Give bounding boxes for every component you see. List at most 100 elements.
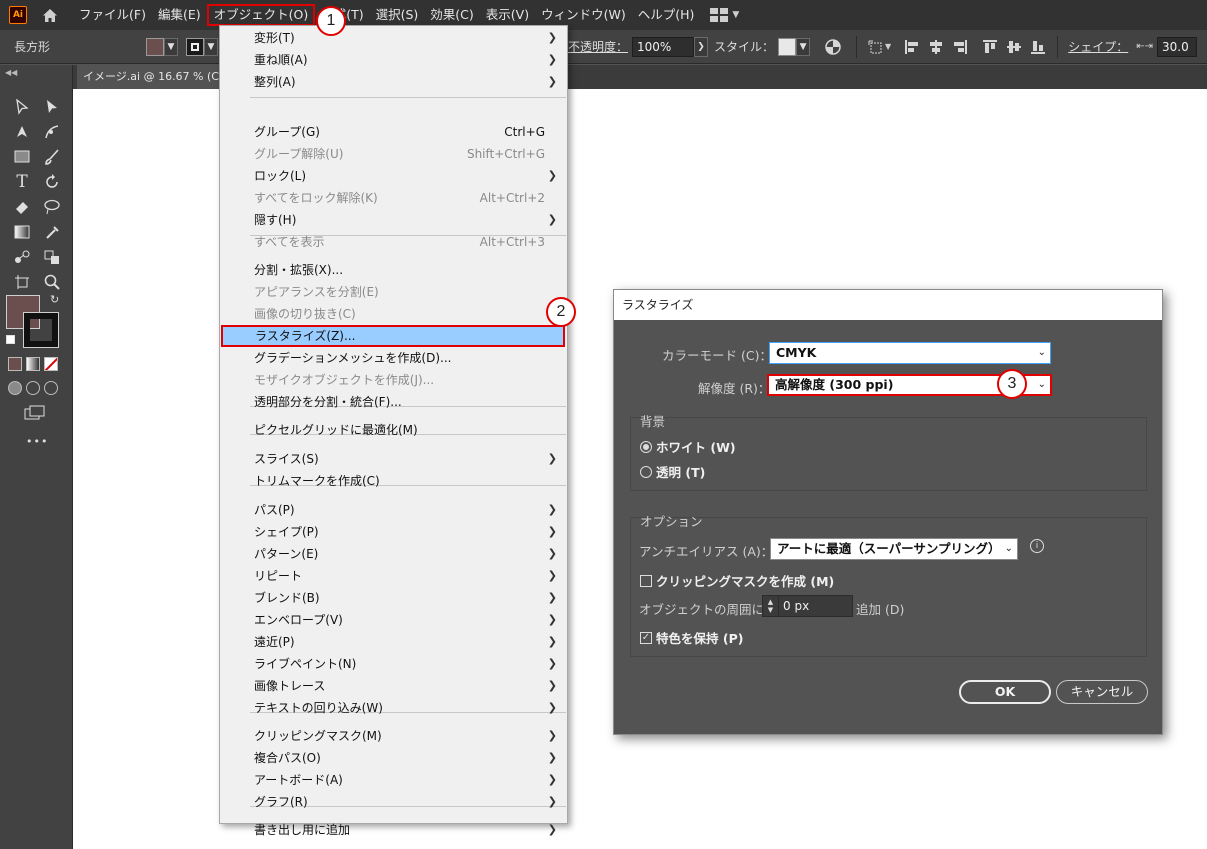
document-tab[interactable]: イメージ.ai @ 16.67 % (CMYK/プレビュー): [77, 65, 237, 89]
shape-width-input[interactable]: 30.0: [1156, 36, 1197, 57]
curvature-tool-icon[interactable]: [37, 120, 67, 144]
clipping-mask-checkbox[interactable]: クリッピングマスクを作成 (M): [640, 571, 834, 590]
align-right-icon[interactable]: [951, 38, 969, 56]
spinner-icon[interactable]: ▲ ▼: [763, 596, 779, 616]
stroke-dropdown-icon[interactable]: ▼: [204, 37, 219, 56]
menu-item[interactable]: ライブペイント(N) ❯: [220, 653, 567, 675]
menu-item[interactable]: グループ解除(U) Shift+Ctrl+G: [220, 143, 567, 165]
opacity-input[interactable]: 100%: [632, 36, 695, 57]
home-icon[interactable]: [39, 4, 61, 26]
type-tool-icon[interactable]: T: [7, 170, 37, 194]
align-hcenter-icon[interactable]: [927, 38, 945, 56]
menu-item[interactable]: 隠す(H) ❯: [220, 209, 567, 231]
collapse-icon[interactable]: ◀◀: [0, 65, 72, 89]
menu-item[interactable]: 重ね順(A) ❯: [220, 49, 567, 71]
artboard-tool-icon[interactable]: [7, 270, 37, 294]
menu-item[interactable]: 分割・拡張(X)...: [220, 259, 567, 281]
align-to-icon[interactable]: [867, 38, 885, 56]
ok-button[interactable]: OK: [959, 680, 1051, 704]
info-icon[interactable]: i: [1030, 539, 1044, 553]
stroke-swatch[interactable]: [186, 37, 205, 56]
chevron-down-icon[interactable]: ▼: [885, 42, 891, 51]
recolor-icon[interactable]: [824, 38, 842, 56]
menu-item[interactable]: 複合パス(O) ❯: [220, 747, 567, 769]
menu-view[interactable]: 表示(V): [480, 4, 535, 26]
default-colors-icon[interactable]: [6, 335, 15, 344]
menu-item[interactable]: ブレンド(B) ❯: [220, 587, 567, 609]
menu-item[interactable]: アピアランスを分割(E): [220, 281, 567, 303]
menu-file[interactable]: ファイル(F): [73, 4, 152, 26]
blend-tool-icon[interactable]: [7, 245, 37, 269]
style-dropdown-icon[interactable]: ▼: [796, 37, 811, 56]
menu-object[interactable]: オブジェクト(O): [206, 4, 316, 26]
align-top-icon[interactable]: [981, 38, 999, 56]
cancel-button[interactable]: キャンセル: [1056, 680, 1148, 704]
opacity-label[interactable]: 不透明度：: [568, 38, 628, 55]
menu-item[interactable]: アートボード(A) ❯: [220, 769, 567, 791]
menu-item[interactable]: 変形(T) ❯: [220, 27, 567, 49]
zoom-tool-icon[interactable]: [37, 270, 67, 294]
bg-white-radio[interactable]: ホワイト (W): [640, 437, 736, 456]
opacity-arrow-icon[interactable]: ❯: [694, 36, 709, 57]
draw-normal-icon[interactable]: [8, 381, 22, 395]
menu-item[interactable]: パス(P) ❯: [220, 499, 567, 521]
color-mode-icon[interactable]: [8, 357, 22, 371]
menu-item[interactable]: リピート ❯: [220, 565, 567, 587]
menu-item[interactable]: すべてをロック解除(K) Alt+Ctrl+2: [220, 187, 567, 209]
align-left-icon[interactable]: [903, 38, 921, 56]
fill-dropdown-icon[interactable]: ▼: [164, 37, 179, 56]
menu-item[interactable]: グラデーションメッシュを作成(D)...: [220, 347, 567, 369]
fill-stroke-widget[interactable]: ↻: [6, 293, 62, 351]
lasso-tool-icon[interactable]: [37, 195, 67, 219]
menu-item[interactable]: ピクセルグリッドに最適化(M): [220, 419, 567, 441]
antialias-select[interactable]: アートに最適（スーパーサンプリング） ⌄: [770, 538, 1018, 560]
rectangle-tool-icon[interactable]: [7, 145, 37, 169]
screen-mode-icon[interactable]: [24, 405, 46, 424]
pen-tool-icon[interactable]: [7, 120, 37, 144]
menu-item[interactable]: グラフ(R) ❯: [220, 791, 567, 813]
menu-item[interactable]: 画像の切り抜き(C): [220, 303, 567, 325]
selection-tool-icon[interactable]: [7, 95, 37, 119]
symbol-sprayer-icon[interactable]: [37, 245, 67, 269]
shape-label[interactable]: シェイプ：: [1068, 38, 1128, 55]
menu-item[interactable]: 書き出し用に追加 ❯: [220, 819, 567, 841]
menu-item[interactable]: ラスタライズ(Z)...: [221, 325, 565, 347]
menu-item[interactable]: グループ(G) Ctrl+G: [220, 121, 567, 143]
menu-item[interactable]: テキストの回り込み(W) ❯: [220, 697, 567, 719]
menu-item[interactable]: すべてを表示 Alt+Ctrl+3: [220, 231, 567, 253]
menu-help[interactable]: ヘルプ(H): [632, 4, 701, 26]
menu-select[interactable]: 選択(S): [370, 4, 425, 26]
menu-item[interactable]: スライス(S) ❯: [220, 448, 567, 470]
more-tools-icon[interactable]: •••: [26, 435, 48, 448]
stroke-color[interactable]: [23, 312, 59, 348]
direct-selection-tool-icon[interactable]: [37, 95, 67, 119]
menu-item[interactable]: クリッピングマスク(M) ❯: [220, 725, 567, 747]
swap-icon[interactable]: ↻: [50, 293, 59, 306]
menu-item[interactable]: トリムマークを作成(C): [220, 470, 567, 492]
menu-item[interactable]: ロック(L) ❯: [220, 165, 567, 187]
bg-transparent-radio[interactable]: 透明 (T): [640, 462, 705, 481]
menu-item[interactable]: モザイクオブジェクトを作成(J)...: [220, 369, 567, 391]
menu-window[interactable]: ウィンドウ(W): [535, 4, 632, 26]
menu-edit[interactable]: 編集(E): [152, 4, 207, 26]
gradient-mode-icon[interactable]: [26, 357, 40, 371]
menu-item[interactable]: 画像トレース ❯: [220, 675, 567, 697]
align-bottom-icon[interactable]: [1029, 38, 1047, 56]
style-swatch[interactable]: [778, 37, 797, 56]
around-input[interactable]: ▲ ▼ 0 px: [762, 595, 853, 617]
fill-swatch[interactable]: [146, 37, 165, 56]
rotate-tool-icon[interactable]: [37, 170, 67, 194]
menu-item[interactable]: パターン(E) ❯: [220, 543, 567, 565]
menu-item[interactable]: 遠近(P) ❯: [220, 631, 567, 653]
paintbrush-tool-icon[interactable]: [37, 145, 67, 169]
menu-item[interactable]: エンベロープ(V) ❯: [220, 609, 567, 631]
workspace-switcher[interactable]: ▼: [710, 8, 739, 22]
eraser-tool-icon[interactable]: [7, 195, 37, 219]
none-mode-icon[interactable]: [44, 357, 58, 371]
gradient-tool-icon[interactable]: [7, 220, 37, 244]
align-vcenter-icon[interactable]: [1005, 38, 1023, 56]
menu-item[interactable]: シェイプ(P) ❯: [220, 521, 567, 543]
draw-inside-icon[interactable]: [44, 381, 58, 395]
color-mode-select[interactable]: CMYK ⌄: [769, 342, 1051, 364]
draw-behind-icon[interactable]: [26, 381, 40, 395]
